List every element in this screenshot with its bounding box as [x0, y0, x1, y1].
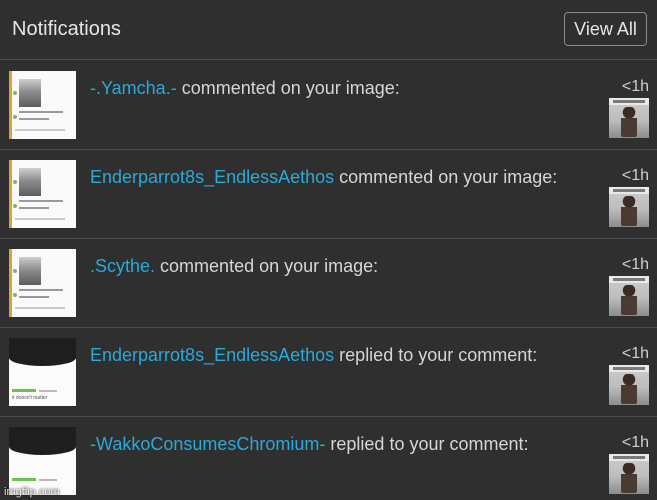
notification-text: -WakkoConsumesChromium- replied to your … — [90, 432, 595, 456]
timestamp: <1h — [621, 167, 649, 184]
imgflip-watermark: imgflip.com — [4, 486, 60, 498]
thumbnail-caption: it doesn't matter — [12, 395, 48, 401]
target-image-thumbnail[interactable] — [609, 365, 649, 405]
notification-action: replied to your comment: — [339, 345, 538, 365]
target-image-thumbnail[interactable] — [609, 276, 649, 316]
notification-action: commented on your image: — [181, 78, 400, 98]
username-link[interactable]: Enderparrot8s_EndlessAethos — [90, 167, 334, 187]
notification-item[interactable]: -.Yamcha.- commented on your image: <1h — [0, 61, 657, 150]
notification-item[interactable]: .Scythe. commented on your image: <1h — [0, 239, 657, 328]
comment-thumbnail-image[interactable] — [9, 71, 76, 139]
reply-thumbnail-image[interactable] — [9, 427, 76, 495]
timestamp: <1h — [621, 78, 649, 95]
notification-text: -.Yamcha.- commented on your image: — [90, 76, 595, 100]
timestamp: <1h — [621, 256, 649, 273]
comment-thumbnail-image[interactable] — [9, 249, 76, 317]
username-link[interactable]: Enderparrot8s_EndlessAethos — [90, 345, 334, 365]
notification-item[interactable]: -WakkoConsumesChromium- replied to your … — [0, 417, 657, 500]
username-link[interactable]: .Scythe. — [90, 256, 155, 276]
target-image-thumbnail[interactable] — [609, 454, 649, 494]
notification-list: -.Yamcha.- commented on your image: <1h … — [0, 61, 657, 500]
notification-item[interactable]: Enderparrot8s_EndlessAethos commented on… — [0, 150, 657, 239]
notification-action: commented on your image: — [339, 167, 558, 187]
page-title: Notifications — [12, 18, 121, 40]
username-link[interactable]: -.Yamcha.- — [90, 78, 177, 98]
comment-thumbnail-image[interactable] — [9, 160, 76, 228]
notification-action: replied to your comment: — [330, 434, 529, 454]
reply-thumbnail-image[interactable]: it doesn't matter — [9, 338, 76, 406]
notification-item[interactable]: it doesn't matter Enderparrot8s_EndlessA… — [0, 328, 657, 417]
notification-text: Enderparrot8s_EndlessAethos commented on… — [90, 165, 595, 189]
notification-action: commented on your image: — [160, 256, 379, 276]
timestamp: <1h — [621, 434, 649, 451]
username-link[interactable]: -WakkoConsumesChromium- — [90, 434, 325, 454]
view-all-button[interactable]: View All — [564, 12, 647, 46]
target-image-thumbnail[interactable] — [609, 187, 649, 227]
notification-text: .Scythe. commented on your image: — [90, 254, 595, 278]
notifications-header: Notifications View All — [0, 0, 657, 60]
notification-text: Enderparrot8s_EndlessAethos replied to y… — [90, 343, 595, 367]
timestamp: <1h — [621, 345, 649, 362]
target-image-thumbnail[interactable] — [609, 98, 649, 138]
